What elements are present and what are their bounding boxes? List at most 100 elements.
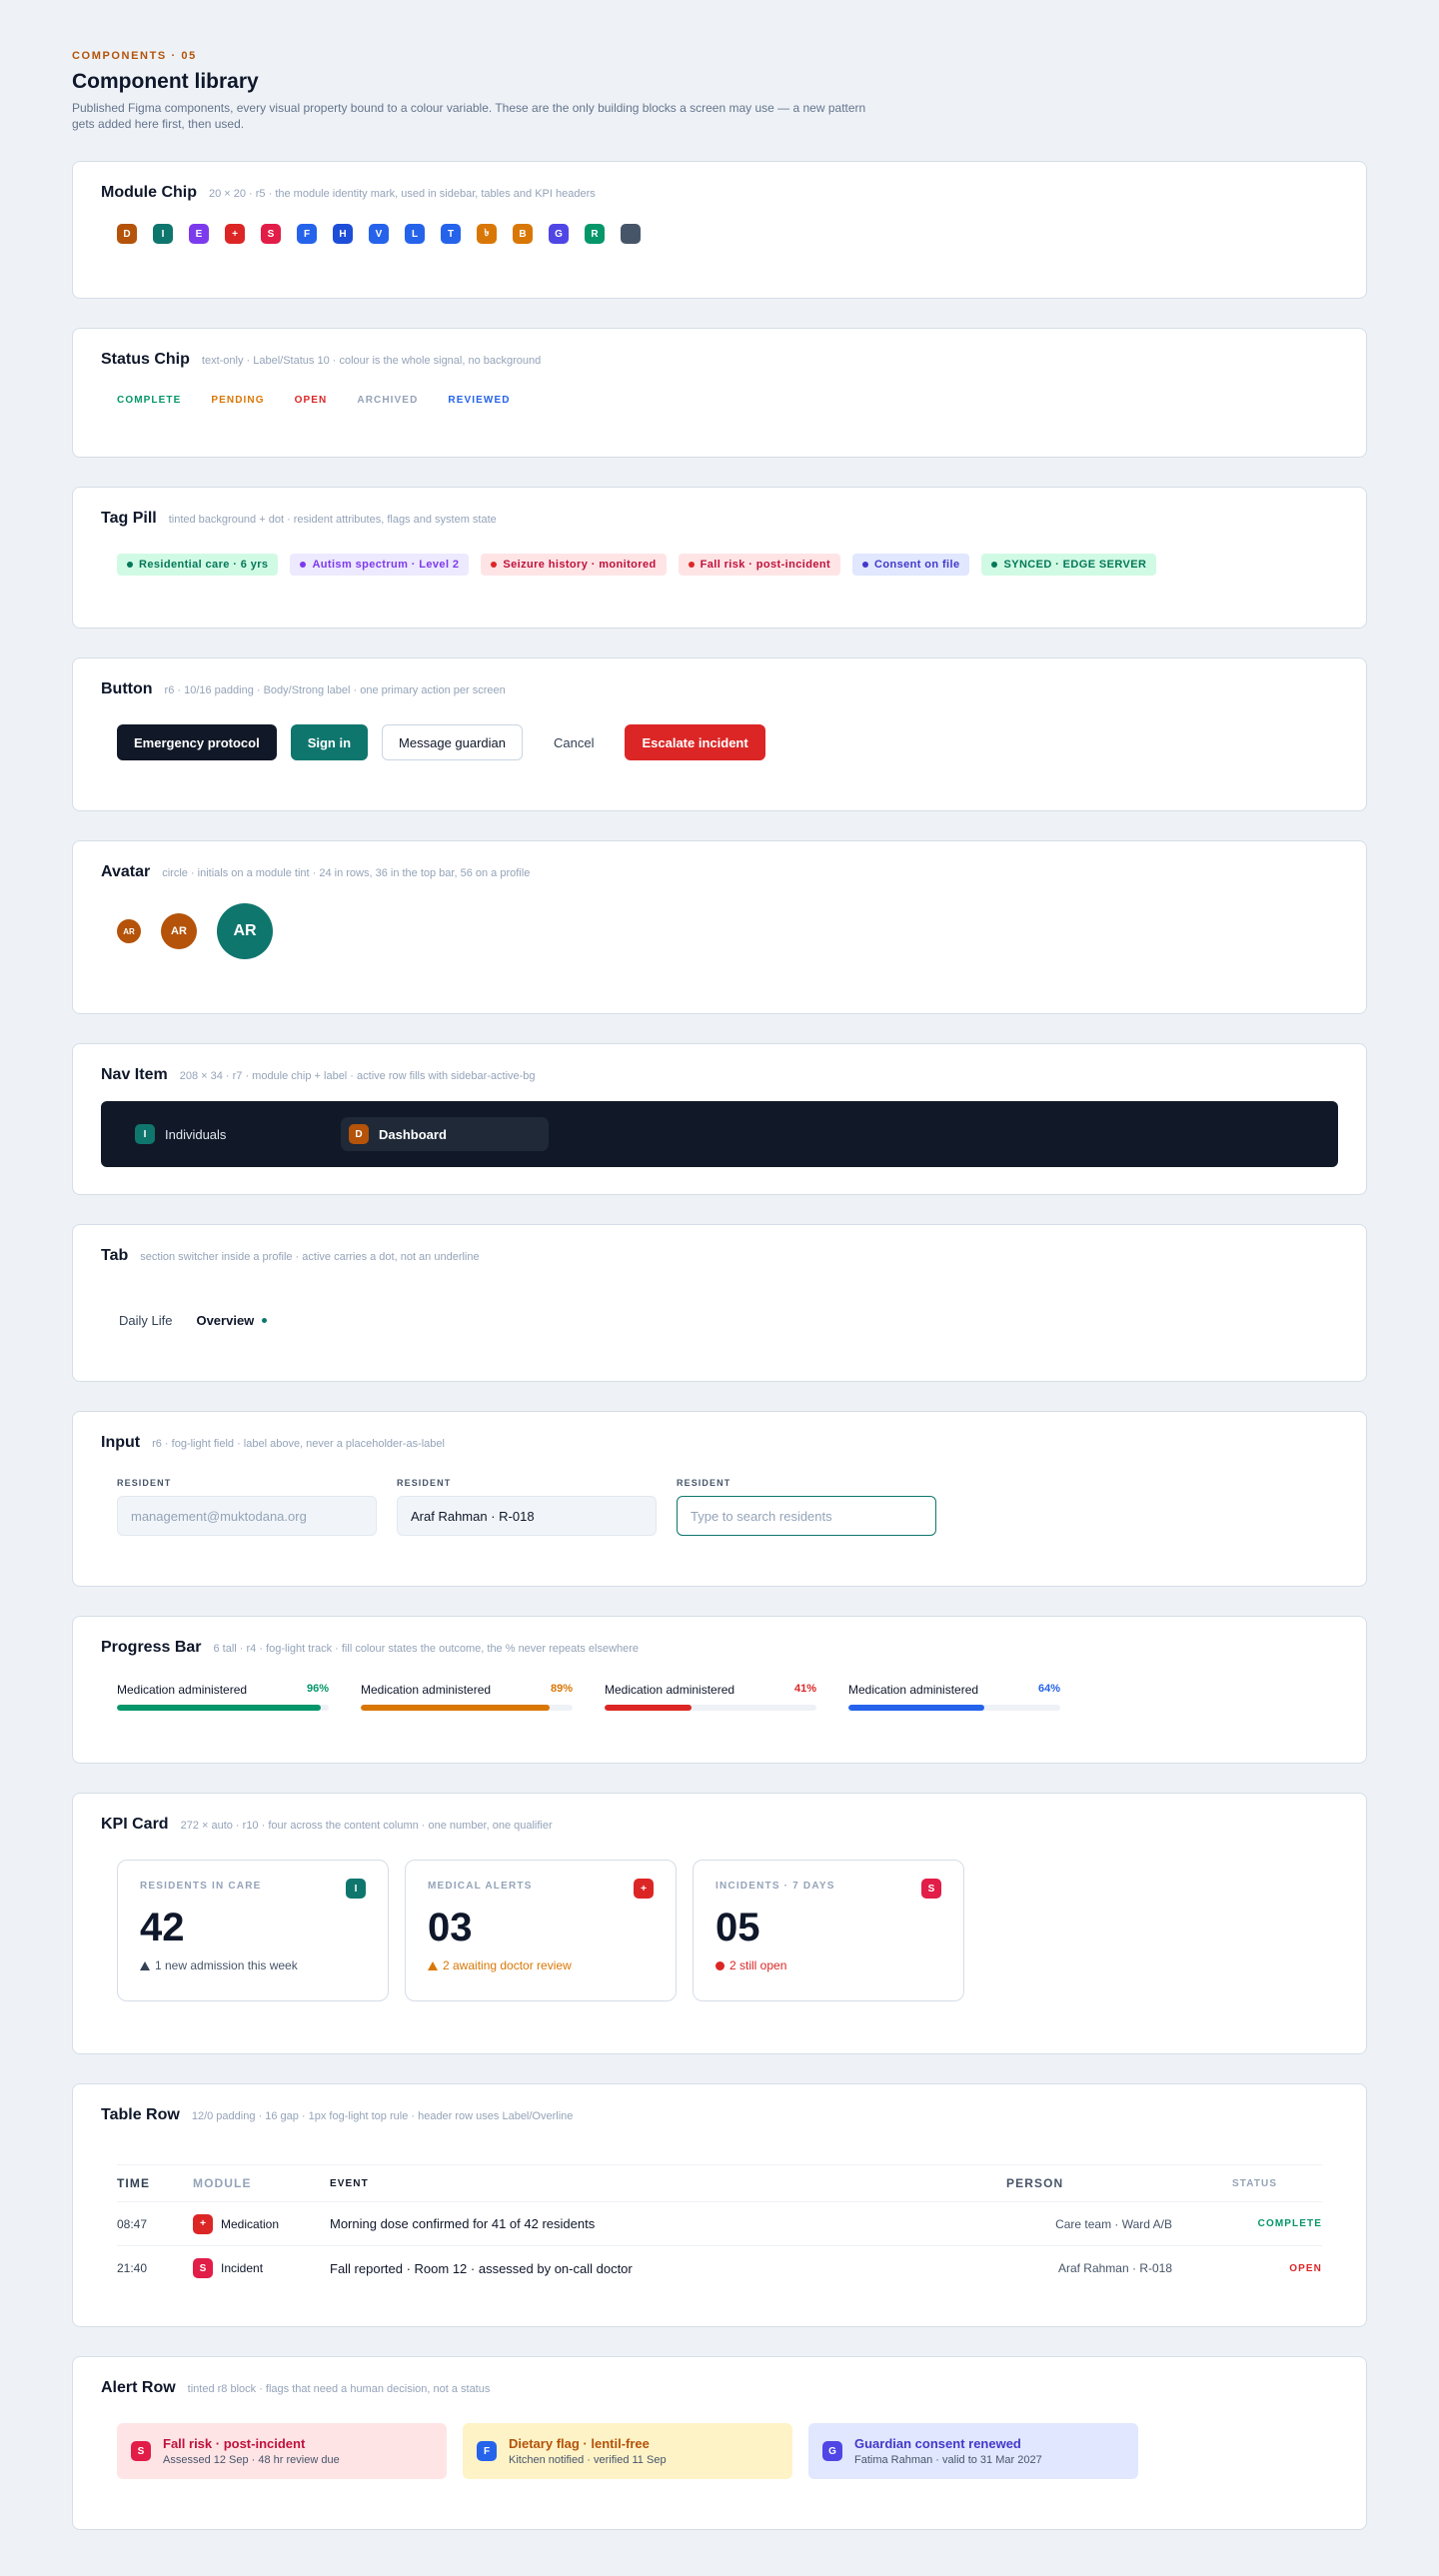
module-chip [621, 224, 641, 244]
cell-person: Care team · Ward A/B [1055, 2216, 1172, 2231]
card-title: Nav Item [101, 1066, 168, 1083]
message-guardian-button[interactable]: Message guardian [382, 724, 524, 760]
progress-bar: Medication administered 89% [361, 1683, 573, 1711]
card-title: Tag Pill [101, 510, 157, 527]
tab-overview[interactable]: Overview [196, 1313, 268, 1328]
alert-row-item[interactable]: F Dietary flag · lentil-free Kitchen notif… [463, 2423, 792, 2479]
alert-subtitle: Fatima Rahman · valid to 31 Mar 2027 [854, 2454, 1042, 2466]
card-title: Avatar [101, 863, 151, 880]
nav-item-individuals[interactable]: I Individuals [127, 1117, 335, 1151]
tag-label: Residential care · 6 yrs [139, 559, 269, 571]
input-field-group: RESIDENT management@muktodana.org [117, 1478, 377, 1536]
page-title: Component library [72, 70, 259, 93]
resident-search-input-focused[interactable]: Type to search residents [677, 1496, 936, 1536]
input-card: Input r6 · fog-light field · label above… [72, 1411, 1367, 1587]
tag-label: Seizure history · monitored [503, 559, 657, 571]
module-chip: + [193, 2213, 213, 2234]
kpi-value: 05 [716, 1906, 760, 1949]
active-tab-dot [262, 1318, 268, 1323]
cell-module: S Incident [193, 2258, 330, 2278]
progress-header: Medication administered 41% [605, 1683, 816, 1697]
card-title: Table Row [101, 2106, 180, 2123]
progress-bar: Medication administered 64% [848, 1683, 1060, 1711]
cancel-button[interactable]: Cancel [537, 724, 611, 760]
module-chip: I [153, 224, 173, 244]
emergency-protocol-button[interactable]: Emergency protocol [117, 724, 277, 760]
nav-item-dashboard-active[interactable]: D Dashboard [341, 1117, 549, 1151]
card-meta: 272 × auto · r10 · four across the conte… [180, 1820, 553, 1832]
table-row[interactable]: 08:47 + Medication Morning dose confirmed f… [117, 2202, 1322, 2246]
tag-label: Autism spectrum · Level 2 [312, 559, 460, 571]
module-chip: S [261, 224, 281, 244]
status-chip: COMPLETE [117, 395, 182, 406]
status-chip: REVIEWED [448, 395, 511, 406]
kpi-label: INCIDENTS · 7 DAYS [716, 1881, 835, 1892]
progress-fill [117, 1705, 321, 1711]
kpi-qualifier: 1 new admission this week [140, 1958, 366, 1972]
header-module: MODULE [193, 2176, 252, 2190]
dot-icon [716, 1960, 724, 1970]
nav-item-label: Individuals [165, 1126, 227, 1142]
card-meta: 20 × 20 · r5 · the module identity mark,… [208, 188, 596, 200]
header-person: PERSON [1006, 2176, 1064, 2190]
progress-bar-card: Progress Bar 6 tall · r4 · fog-light tra… [72, 1616, 1367, 1764]
alert-text: Fall risk · post-incident Assessed 12 Sep… [163, 2436, 340, 2466]
progress-label: Medication administered [605, 1683, 735, 1697]
progress-percent: 41% [793, 1683, 816, 1695]
avatar-large: AR [217, 903, 273, 959]
module-chip: I [346, 1879, 366, 1899]
progress-track [605, 1705, 816, 1711]
card-meta: 208 × 34 · r7 · module chip + label · ac… [179, 1070, 536, 1082]
email-input-disabled[interactable]: management@muktodana.org [117, 1496, 377, 1536]
kpi-value: 03 [428, 1906, 473, 1949]
cell-status: OPEN [1289, 2262, 1322, 2274]
field-label: RESIDENT [397, 1478, 452, 1488]
tab-daily-life[interactable]: Daily Life [119, 1313, 172, 1328]
progress-percent: 64% [1037, 1683, 1060, 1695]
tag-dot [127, 562, 133, 568]
kpi-note-text: 2 still open [729, 1958, 787, 1972]
module-chip: S [193, 2258, 213, 2278]
resident-input-filled[interactable]: Araf Rahman · R-018 [397, 1496, 657, 1536]
status-chip-card: Status Chip text-only · Label/Status 10 … [72, 328, 1367, 458]
progress-fill [848, 1705, 984, 1711]
tag-dot [991, 562, 998, 568]
progress-fill [605, 1705, 692, 1711]
progress-label: Medication administered [848, 1683, 979, 1697]
module-label: Medication [221, 2216, 280, 2231]
nav-item-card: Nav Item 208 × 34 · r7 · module chip + l… [72, 1043, 1367, 1195]
sign-in-button[interactable]: Sign in [290, 724, 369, 760]
card-meta: r6 · 10/16 padding · Body/Strong label ·… [164, 684, 506, 696]
triangle-icon [428, 1960, 438, 1970]
cell-time: 21:40 [117, 2261, 148, 2275]
page-eyebrow: COMPONENTS · 05 [72, 50, 197, 62]
progress-fill [361, 1705, 550, 1711]
tag-label: Fall risk · post-incident [700, 559, 831, 571]
tab-card: Tab section switcher inside a profile · … [72, 1224, 1367, 1382]
tag-pill: SYNCED · EDGE SERVER [981, 554, 1157, 576]
table-row[interactable]: 21:40 S Incident Fall reported · Room 12 · … [117, 2246, 1322, 2290]
kpi-note-text: 1 new admission this week [155, 1958, 298, 1972]
alert-row: S Fall risk · post-incident Assessed 12 Se… [101, 2397, 1338, 2479]
progress-label: Medication administered [117, 1683, 248, 1697]
module-chip: E [189, 224, 209, 244]
tag-dot [491, 562, 498, 568]
cell-event: Morning dose confirmed for 41 of 42 resi… [330, 2216, 596, 2231]
tab-label: Overview [196, 1313, 255, 1328]
alert-row-item[interactable]: S Fall risk · post-incident Assessed 12 Se… [117, 2423, 447, 2479]
field-label: RESIDENT [677, 1478, 731, 1488]
module-chip: F [297, 224, 317, 244]
field-label: RESIDENT [117, 1478, 172, 1488]
tag-pill: Consent on file [852, 554, 970, 576]
kpi-card: MEDICAL ALERTS +03 2 awaiting doctor revie… [405, 1860, 677, 2001]
alert-text: Dietary flag · lentil-free Kitchen notifi… [509, 2436, 667, 2466]
module-chip: S [921, 1879, 941, 1899]
tag-pill: Seizure history · monitored [481, 554, 667, 576]
module-chip: V [369, 224, 389, 244]
card-meta: section switcher inside a profile · acti… [140, 1251, 480, 1263]
kpi-row: RESIDENTS IN CARE I 42 1 new admission this… [101, 1834, 1338, 2001]
alert-row-item[interactable]: G Guardian consent renewed Fatima Rahman ·… [808, 2423, 1138, 2479]
escalate-incident-button[interactable]: Escalate incident [625, 724, 765, 760]
alert-subtitle: Assessed 12 Sep · 48 hr review due [163, 2454, 340, 2466]
card-meta: circle · initials on a module tint · 24 … [162, 867, 531, 879]
